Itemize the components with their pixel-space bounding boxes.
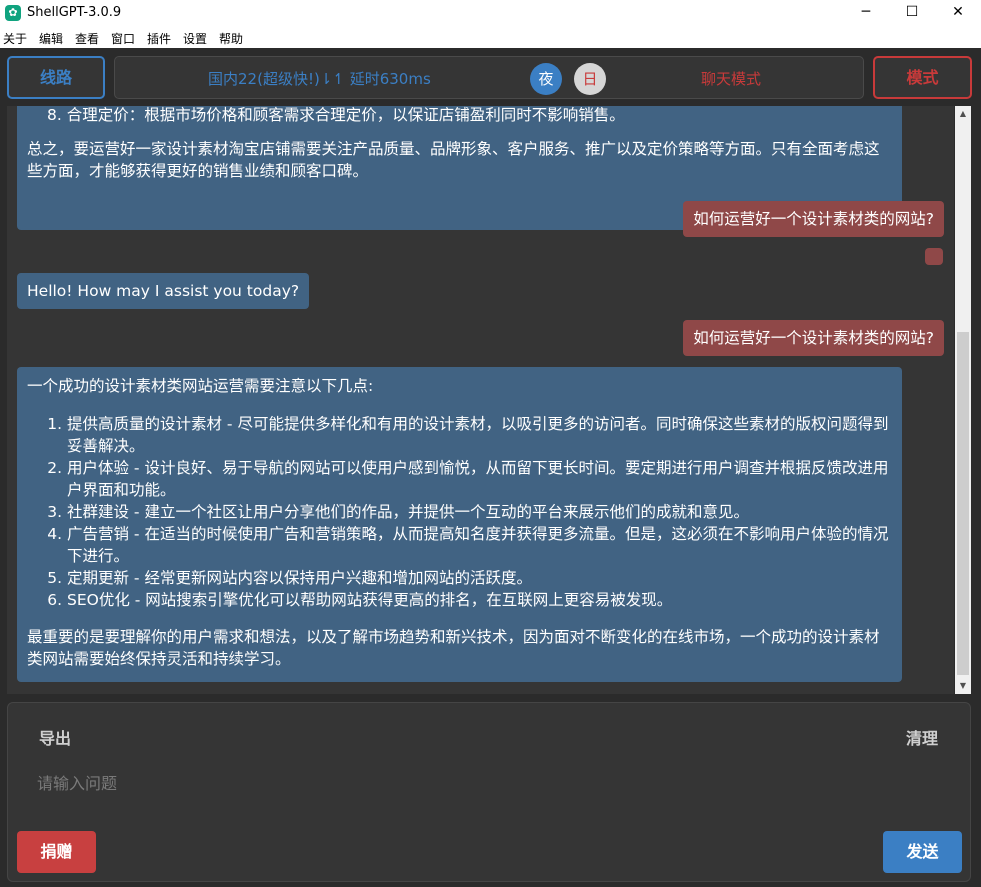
route-button[interactable]: 线路 — [7, 56, 105, 99]
chat-area[interactable]: 8. 合理定价：根据市场价格和顾客需求合理定价，以保证店铺盈利同时不影响销售。 … — [7, 106, 954, 694]
list-item: 广告营销 - 在适当的时候使用广告和营销策略，从而提高知名度并获得更多流量。但是… — [67, 523, 892, 567]
day-mode-button[interactable]: 日 — [574, 63, 606, 95]
menu-plugins[interactable]: 插件 — [147, 30, 171, 47]
list-item: SEO优化 - 网站搜索引擎优化可以帮助网站获得更高的排名，在互联网上更容易被发… — [67, 589, 892, 611]
export-button[interactable]: 导出 — [39, 725, 71, 749]
scroll-down-icon[interactable]: ▼ — [955, 678, 971, 694]
menu-about[interactable]: 关于 — [3, 30, 27, 47]
menu-view[interactable]: 查看 — [75, 30, 99, 47]
minimize-button[interactable]: ─ — [843, 0, 889, 27]
menu-help[interactable]: 帮助 — [219, 30, 243, 47]
close-button[interactable]: ✕ — [935, 0, 981, 27]
list-item: 社群建设 - 建立一个社区让用户分享他们的作品，并提供一个互动的平台来展示他们的… — [67, 501, 892, 523]
scroll-up-icon[interactable]: ▲ — [955, 106, 971, 122]
user-message-empty — [925, 248, 943, 265]
openai-logo-icon: ✿ — [5, 5, 21, 21]
clear-button[interactable]: 清理 — [906, 725, 938, 749]
message-intro: 一个成功的设计素材类网站运营需要注意以下几点: — [27, 377, 374, 395]
menu-bar: 关于 编辑 查看 窗口 插件 设置 帮助 — [0, 27, 981, 48]
answer-list: 提供高质量的设计素材 - 尽可能提供多样化和有用的设计素材，以吸引更多的访问者。… — [27, 413, 892, 611]
input-panel: 导出 清理 捐赠 发送 — [7, 702, 971, 882]
list-item: 定期更新 - 经常更新网站内容以保持用户兴趣和增加网站的活跃度。 — [67, 567, 892, 589]
chat-scrollbar[interactable]: ▲ ▼ — [955, 106, 971, 694]
assistant-message: 一个成功的设计素材类网站运营需要注意以下几点: 提供高质量的设计素材 - 尽可能… — [17, 367, 902, 682]
donate-button[interactable]: 捐赠 — [17, 831, 96, 873]
app-body: 线路 国内22(超级快!)⇂↿ 延时630ms 夜 日 聊天模式 模式 8. 合… — [0, 48, 981, 887]
menu-edit[interactable]: 编辑 — [39, 30, 63, 47]
list-item: 提供高质量的设计素材 - 尽可能提供多样化和有用的设计素材，以吸引更多的访问者。… — [67, 413, 892, 457]
list-item: 8. 合理定价：根据市场价格和顾客需求合理定价，以保证店铺盈利同时不影响销售。 — [47, 106, 625, 124]
menu-window[interactable]: 窗口 — [111, 30, 135, 47]
chat-mode-label: 聊天模式 — [701, 70, 762, 88]
message-outro: 最重要的是要理解你的用户需求和想法，以及了解市场趋势和新兴技术，因为面对不断变化… — [27, 628, 880, 668]
menu-settings[interactable]: 设置 — [183, 30, 207, 47]
assistant-message: Hello! How may I assist you today? — [17, 273, 310, 309]
status-panel: 国内22(超级快!)⇂↿ 延时630ms 夜 日 聊天模式 — [114, 56, 864, 99]
mode-button[interactable]: 模式 — [873, 56, 972, 99]
title-bar: ✿ ShellGPT-3.0.9 ─ ☐ ✕ — [0, 0, 981, 27]
night-mode-button[interactable]: 夜 — [530, 63, 562, 95]
question-input[interactable] — [37, 771, 857, 795]
maximize-button[interactable]: ☐ — [889, 0, 935, 27]
window-title: ShellGPT-3.0.9 — [27, 5, 122, 20]
user-message: 如何运营好一个设计素材类的网站? — [683, 201, 944, 237]
user-message: 如何运营好一个设计素材类的网站? — [683, 320, 944, 356]
message-summary: 总之，要运营好一家设计素材淘宝店铺需要关注产品质量、品牌形象、客户服务、推广以及… — [27, 140, 880, 180]
send-button[interactable]: 发送 — [883, 831, 962, 873]
list-item: 用户体验 - 设计良好、易于导航的网站可以使用户感到愉悦，从而留下更长时间。要定… — [67, 457, 892, 501]
scrollbar-thumb[interactable] — [957, 332, 969, 675]
latency-status: 国内22(超级快!)⇂↿ 延时630ms — [208, 70, 431, 88]
